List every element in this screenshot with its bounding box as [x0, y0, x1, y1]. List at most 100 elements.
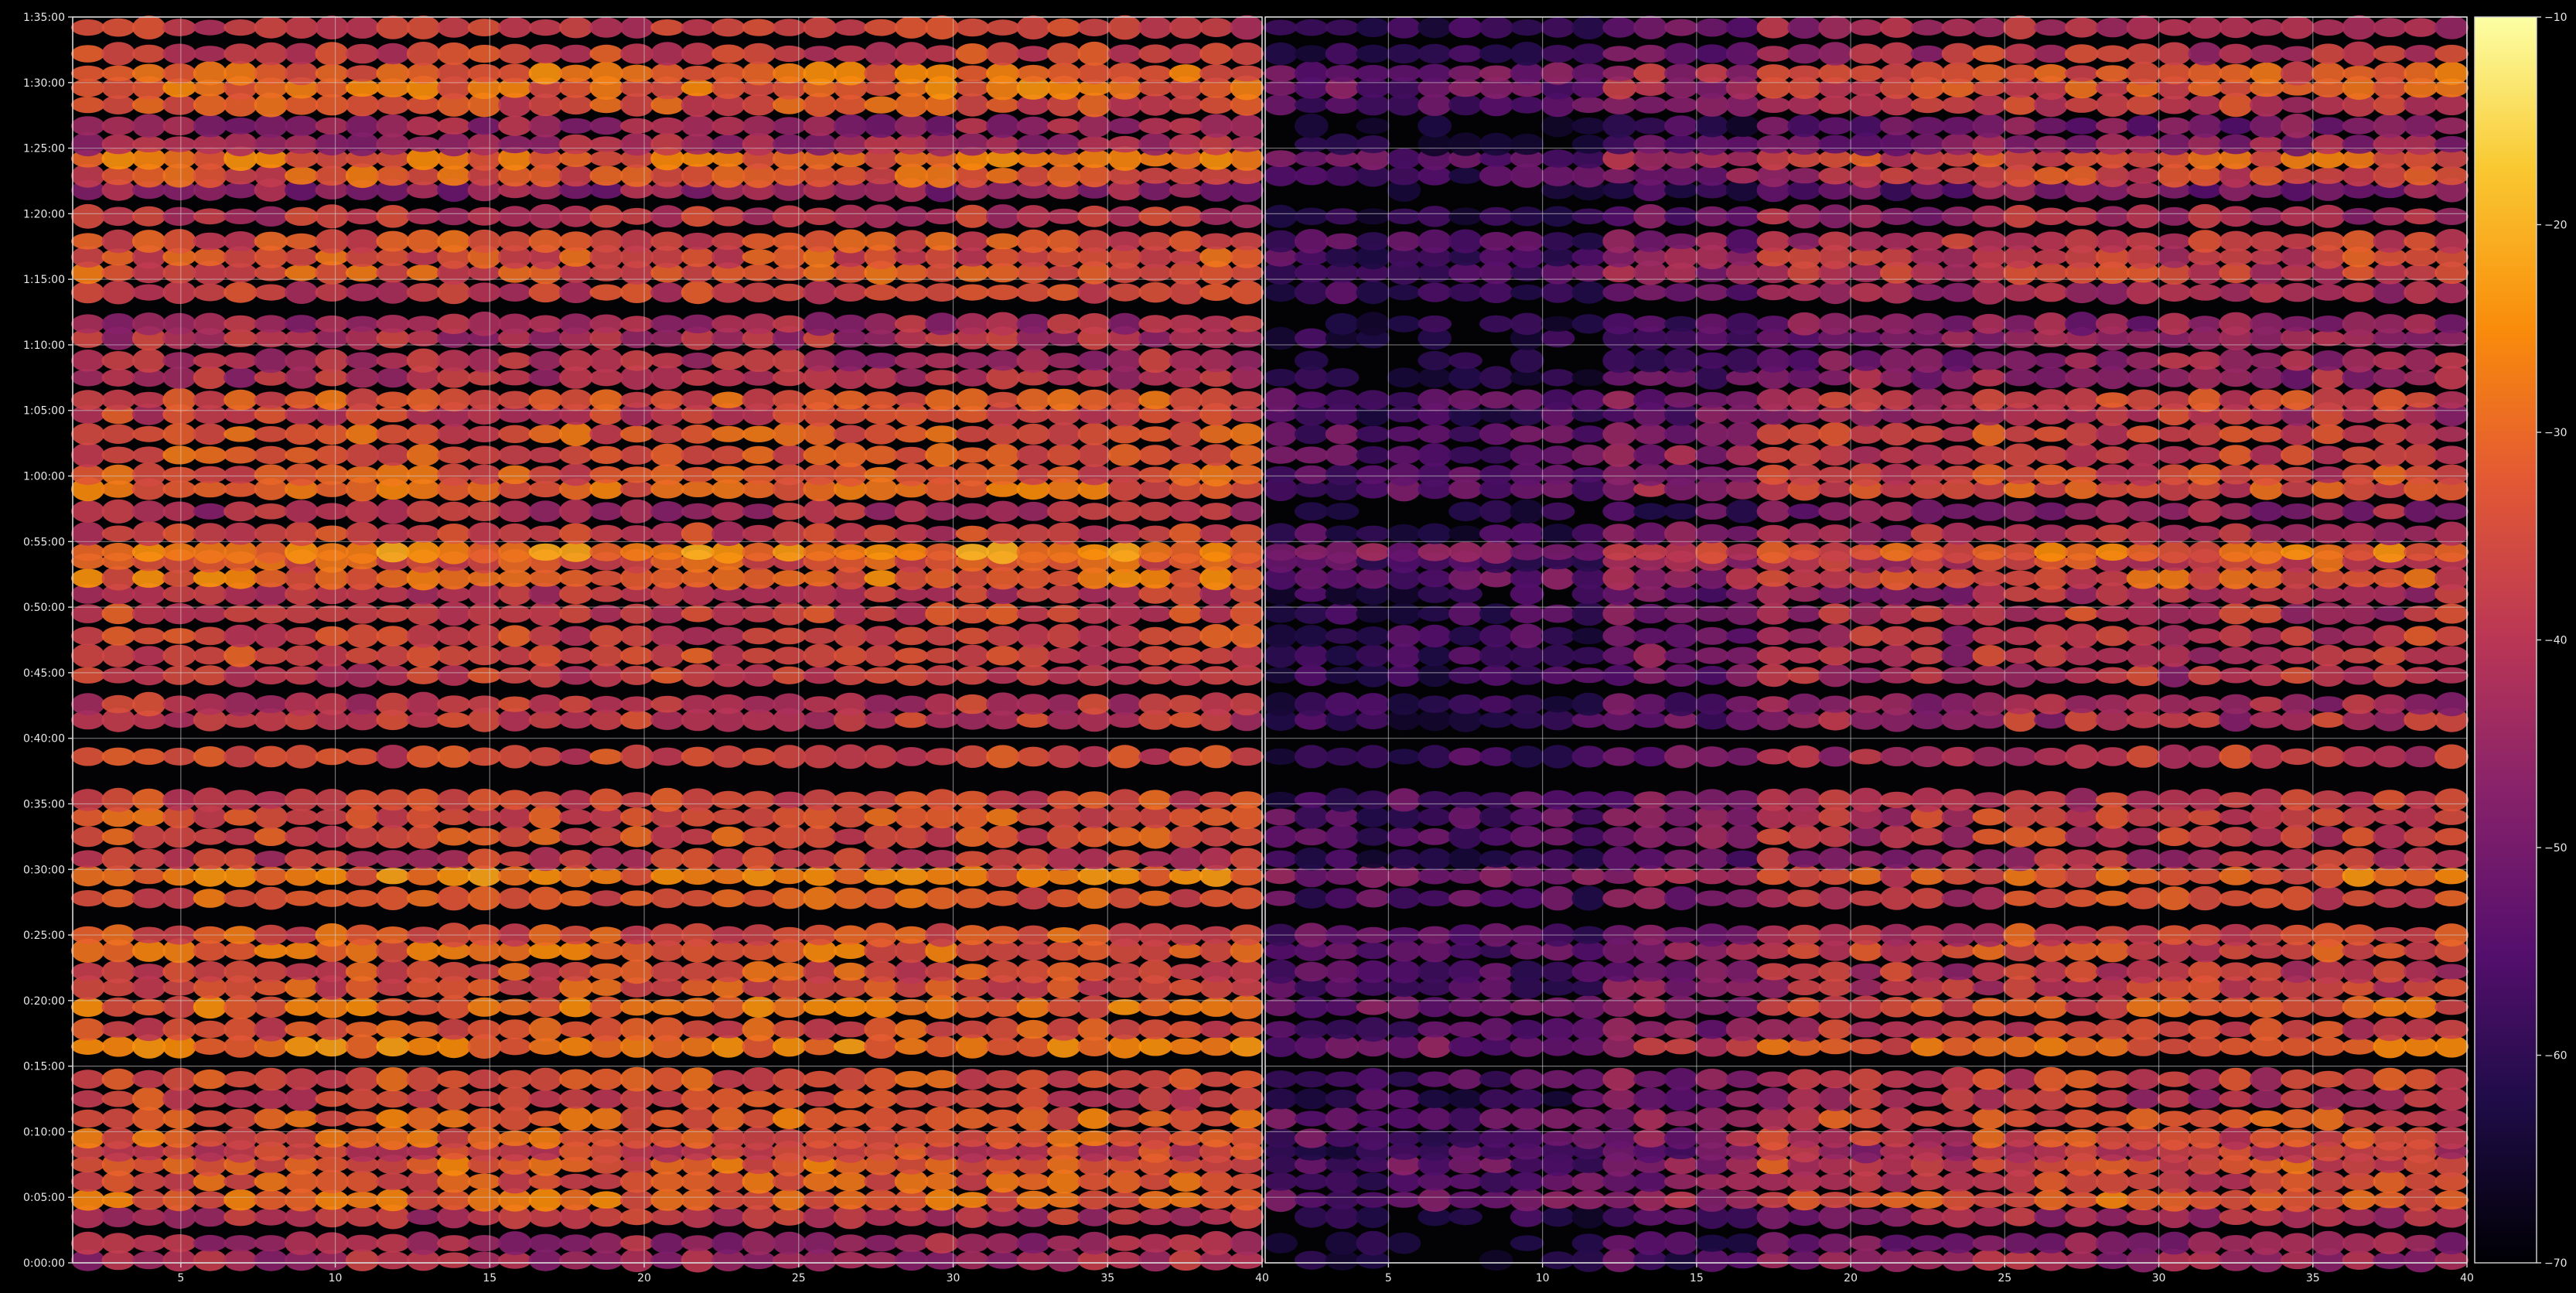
heatmap-cell	[1633, 204, 1668, 229]
heatmap-cell	[2311, 627, 2346, 645]
heatmap-cell	[71, 1038, 105, 1055]
heatmap-cell	[955, 368, 990, 387]
heatmap-cell	[101, 626, 135, 646]
heatmap-cell	[711, 1070, 746, 1089]
heatmap-cell	[1138, 1191, 1172, 1209]
heatmap-cell	[681, 1067, 715, 1091]
spectrogram-chart: 5 10 15 20 25 30 35 40 5 10 15 20 25 30 35 40 −70−60−50…	[23, 12, 2567, 1284]
heatmap-cell	[2065, 503, 2099, 520]
heatmap-cell	[1664, 283, 1698, 302]
heatmap-cell	[1910, 348, 1945, 374]
heatmap-cell	[1016, 46, 1050, 62]
heatmap-cell	[1972, 368, 2007, 387]
heatmap-cell	[864, 231, 898, 251]
heatmap-cell	[1107, 647, 1142, 664]
heatmap-cell	[1756, 285, 1791, 301]
heatmap-cell	[1664, 1231, 1698, 1255]
heatmap-cell	[2250, 586, 2284, 602]
heatmap-cell	[193, 787, 227, 813]
heatmap-cell	[681, 694, 715, 714]
heatmap-cell	[131, 665, 166, 686]
heatmap-cell	[1633, 15, 1668, 39]
heatmap-cell	[1199, 542, 1233, 562]
heatmap-cell	[131, 848, 166, 869]
heatmap-cell	[650, 961, 684, 982]
heatmap-cell	[1230, 350, 1264, 371]
heatmap-cell	[803, 849, 837, 868]
heatmap-cell	[1756, 500, 1791, 523]
heatmap-cell	[2188, 1036, 2223, 1057]
heatmap-cell	[1540, 464, 1575, 485]
heatmap-cell	[345, 1034, 380, 1059]
heatmap-cell	[1725, 500, 1760, 524]
heatmap-cell	[650, 231, 684, 251]
heatmap-cell	[2342, 1109, 2376, 1128]
heatmap-cell	[559, 463, 593, 486]
heatmap-cell	[467, 827, 502, 846]
heatmap-cell	[1169, 568, 1203, 588]
heatmap-cell	[833, 665, 868, 685]
heatmap-cell	[345, 1249, 380, 1271]
heatmap-cell	[1725, 850, 1760, 868]
heatmap-cell	[528, 1067, 562, 1091]
heatmap-cell	[467, 282, 502, 302]
heatmap-cell	[1016, 848, 1050, 870]
heatmap-cell	[1264, 150, 1298, 168]
heatmap-cell	[2404, 370, 2438, 386]
heatmap-cell	[1910, 133, 1945, 155]
heatmap-cell	[285, 1068, 319, 1090]
heatmap-cell	[711, 694, 746, 715]
heatmap-cell	[1972, 388, 2007, 411]
heatmap-cell	[1787, 788, 1822, 812]
heatmap-cell	[1356, 807, 1390, 827]
heatmap-cell	[1199, 1209, 1233, 1225]
heatmap-cell	[1972, 230, 2007, 252]
heatmap-cell	[1910, 425, 1945, 443]
y-tick-label: 1:05:00	[23, 405, 65, 418]
heatmap-cell	[742, 996, 776, 1018]
heatmap-cell	[1230, 601, 1264, 626]
heatmap-cell	[1294, 1110, 1329, 1127]
heatmap-cell	[1787, 233, 1822, 250]
heatmap-cell	[742, 647, 776, 664]
heatmap-cell	[2065, 312, 2099, 336]
heatmap-cell	[2250, 425, 2284, 443]
heatmap-cell	[2280, 1069, 2315, 1090]
heatmap-cell	[1510, 1107, 1544, 1130]
heatmap-cell	[619, 1248, 654, 1272]
heatmap-cell	[1972, 421, 2007, 446]
heatmap-cell	[2065, 1251, 2099, 1269]
heatmap-cell	[1016, 64, 1050, 82]
heatmap-cell	[1571, 646, 1606, 665]
heatmap-cell	[285, 350, 319, 372]
heatmap-cell	[1540, 567, 1575, 590]
heatmap-cell	[1077, 1231, 1111, 1255]
heatmap-cell	[1510, 445, 1544, 466]
heatmap-cell	[1664, 960, 1698, 983]
heatmap-cell	[1077, 1130, 1111, 1146]
heatmap-cell	[1264, 791, 1298, 808]
heatmap-cell	[2434, 1127, 2469, 1150]
heatmap-cell	[345, 283, 380, 302]
heatmap-cell	[1510, 284, 1544, 301]
heatmap-cell	[559, 523, 593, 544]
heatmap-cell	[650, 315, 684, 333]
y-tick-label: 0:00:00	[23, 1257, 65, 1270]
heatmap-cell	[2404, 790, 2438, 810]
heatmap-cell	[833, 1190, 868, 1209]
heatmap-cell	[2404, 392, 2438, 408]
heatmap-cell	[2219, 542, 2254, 562]
heatmap-cell	[71, 131, 105, 157]
heatmap-cell	[650, 787, 684, 812]
heatmap-cell	[619, 499, 654, 524]
heatmap-cell	[681, 626, 715, 646]
heatmap-cell	[1479, 1018, 1513, 1041]
heatmap-cell	[589, 1017, 623, 1042]
heatmap-cell	[1787, 1017, 1822, 1042]
heatmap-cell	[223, 315, 258, 333]
heatmap-cell	[1879, 42, 1914, 66]
heatmap-cell	[1169, 998, 1203, 1016]
heatmap-cell	[1510, 499, 1544, 524]
heatmap-cell	[1756, 696, 1791, 712]
heatmap-cell	[773, 63, 807, 84]
